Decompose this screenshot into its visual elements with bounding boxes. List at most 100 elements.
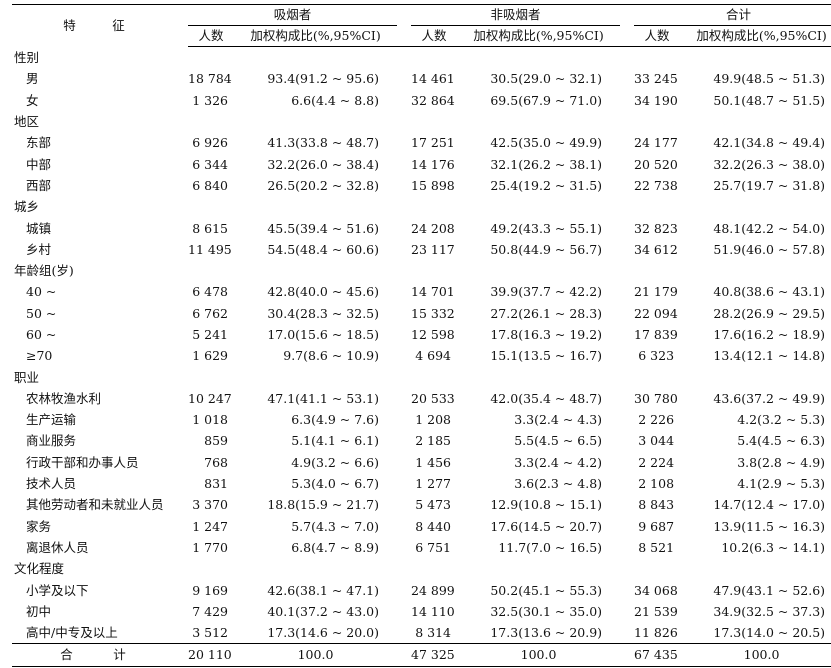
cell-nonsmokers-pct: 100.0 [457, 643, 621, 667]
cell-nonsmokers-count: 4 694 [415, 348, 452, 364]
table-row: 初中 7 429 40.1(37.2 ~ 43.0) 14 110 32.5(30.1 … [12, 601, 831, 622]
gap-cell [620, 281, 634, 302]
gap-cell [620, 601, 634, 622]
cell-smokers-count: 6 478 [192, 284, 228, 300]
cell-total-pct: 13.9(11.5 ~ 16.3) [713, 518, 826, 534]
table-row: 40 ~ 6 478 42.8(40.0 ~ 45.6) 14 701 39.9(37.… [12, 281, 831, 302]
cell-nonsmokers-count: 1 277 [415, 476, 452, 492]
cell-smokers-count: 1 326 [192, 92, 228, 108]
gap-cell [397, 430, 411, 451]
cell-nonsmokers-count: 14 176 [411, 156, 455, 172]
feature-header: 特 征 [12, 4, 188, 47]
cell-total-pct: 4.1(2.9 ~ 5.3) [737, 476, 826, 492]
cell-total-pct: 5.4(4.5 ~ 6.3) [737, 433, 826, 449]
cell-nonsmokers-pct: 17.8(16.3 ~ 19.2) [490, 327, 603, 342]
table-row: 女 1 326 6.6(4.4 ~ 8.8) 32 864 69.5(67.9 ~ 71… [12, 90, 831, 111]
table-row: 中部 6 344 32.2(26.0 ~ 38.4) 14 176 32.1(26.2 … [12, 153, 831, 174]
cell-smokers-pct: 5.3(4.0 ~ 6.7) [291, 476, 380, 492]
row-label: 行政干部和办事人员 [26, 454, 139, 470]
gap-cell [397, 345, 411, 366]
cell-total-count: 33 245 [634, 71, 678, 87]
cell-nonsmokers-pct: 15.1(13.5 ~ 16.7) [490, 348, 603, 364]
cell-nonsmokers-pct: 5.5(4.5 ~ 6.5) [514, 433, 603, 449]
cell-smokers-count: 5 241 [192, 327, 228, 342]
row-label: 初中 [26, 603, 52, 619]
cell-smokers-count: 859 [204, 433, 228, 449]
gap-cell [397, 153, 411, 174]
cell-nonsmokers-pct: 50.2(45.1 ~ 55.3) [490, 582, 603, 598]
header-gap [620, 4, 635, 26]
cell-total-pct: 49.9(48.5 ~ 51.3) [713, 71, 826, 87]
row-label: 40 ~ [26, 284, 57, 300]
gap-cell [397, 217, 411, 238]
cell-total-pct: 50.1(48.7 ~ 51.5) [713, 92, 826, 108]
cell-total-pct: 47.9(43.1 ~ 52.6) [713, 582, 826, 598]
group-header-smokers: 吸烟者 [188, 4, 398, 26]
row-label: 中部 [26, 156, 52, 172]
cell-smokers-pct: 45.5(39.4 ~ 51.6) [267, 220, 380, 236]
cell-smokers-pct: 42.8(40.0 ~ 45.6) [267, 284, 380, 300]
gap-cell [620, 90, 634, 111]
row-label: 乡村 [26, 241, 52, 257]
table-row: 西部 6 840 26.5(20.2 ~ 32.8) 15 898 25.4(19.2 … [12, 175, 831, 196]
cell-smokers-count: 11 495 [188, 241, 232, 257]
row-label: 男 [26, 71, 39, 87]
table-row: 城镇 8 615 45.5(39.4 ~ 51.6) 24 208 49.2(43.3 … [12, 217, 831, 238]
cell-smokers-count: 6 344 [192, 156, 228, 172]
cell-smokers-count: 3 370 [192, 497, 228, 513]
row-label: 西部 [26, 177, 52, 193]
cell-smokers-pct: 40.1(37.2 ~ 43.0) [267, 603, 380, 619]
row-label: 生产运输 [26, 412, 77, 428]
cell-total-pct: 4.2(3.2 ~ 5.3) [737, 412, 826, 428]
cell-smokers-pct: 93.4(91.2 ~ 95.6) [267, 71, 380, 87]
cell-smokers-count: 10 247 [188, 390, 232, 406]
cell-nonsmokers-count: 14 701 [411, 284, 455, 300]
cell-smokers-count: 1 770 [192, 539, 228, 555]
table-row: 商业服务 859 5.1(4.1 ~ 6.1) 2 185 5.5(4.5 ~ 6.5)… [12, 430, 831, 451]
gap-cell [397, 388, 411, 409]
cell-nonsmokers-pct: 32.1(26.2 ~ 38.1) [490, 156, 603, 172]
cell-nonsmokers-pct: 32.5(30.1 ~ 35.0) [490, 603, 603, 619]
cell-smokers-pct: 26.5(20.2 ~ 32.8) [267, 177, 380, 193]
cell-nonsmokers-count: 2 185 [415, 433, 452, 449]
cell-nonsmokers-pct: 25.4(19.2 ~ 31.5) [490, 177, 603, 193]
row-label: 其他劳动者和未就业人员 [26, 497, 164, 513]
row-label: 农林牧渔水利 [26, 390, 102, 406]
row-label: 家务 [26, 518, 52, 534]
table-row: 家务 1 247 5.7(4.3 ~ 7.0) 8 440 17.6(14.5 ~ 20… [12, 516, 831, 537]
cell-nonsmokers-count: 8 314 [415, 625, 452, 641]
cell-nonsmokers-pct: 12.9(10.8 ~ 15.1) [490, 497, 603, 513]
gap-cell [620, 217, 634, 238]
cell-total-count: 3 044 [638, 433, 675, 449]
cell-smokers-pct: 9.7(8.6 ~ 10.9) [283, 348, 380, 364]
table-row: 技术人员 831 5.3(4.0 ~ 6.7) 1 277 3.6(2.3 ~ 4.8)… [12, 473, 831, 494]
cell-total-pct: 40.8(38.6 ~ 43.1) [713, 284, 826, 300]
section-label: 城乡 [14, 199, 40, 215]
subheader-pct: 加权构成比(%,95%CI) [457, 26, 621, 47]
cell-nonsmokers-pct: 27.2(26.1 ~ 28.3) [490, 305, 603, 321]
table-header: 特 征 吸烟者 非吸烟者 合计 人数 加权构成比(%,95%CI) 人数 加权构… [12, 4, 831, 47]
cell-nonsmokers-pct: 69.5(67.9 ~ 71.0) [490, 92, 603, 108]
row-label: 小学及以下 [26, 582, 89, 598]
row-label: 女 [26, 92, 39, 108]
gap-cell [397, 643, 412, 667]
table-footer: 合 计 20 110 100.0 47 325 100.0 67 435 100… [12, 643, 831, 667]
section-label: 地区 [14, 114, 40, 130]
gap-cell [397, 303, 411, 324]
table-row: ≥70 1 629 9.7(8.6 ~ 10.9) 4 694 15.1(13.5 ~ … [12, 345, 831, 366]
row-label: 东部 [26, 135, 52, 151]
cell-nonsmokers-pct: 11.7(7.0 ~ 16.5) [498, 539, 603, 555]
gap-cell [397, 622, 411, 644]
cell-smokers-pct: 6.8(4.7 ~ 8.9) [291, 539, 380, 555]
cell-smokers-pct: 32.2(26.0 ~ 38.4) [267, 156, 380, 172]
gap-cell [397, 409, 411, 430]
cell-nonsmokers-count: 23 117 [411, 241, 455, 257]
cell-nonsmokers-count: 1 208 [415, 412, 452, 428]
cell-total-pct: 14.7(12.4 ~ 17.0) [713, 497, 826, 513]
cell-total-count: 21 179 [634, 284, 678, 300]
table-row: 东部 6 926 41.3(33.8 ~ 48.7) 17 251 42.5(35.0 … [12, 132, 831, 153]
gap-cell [397, 239, 411, 260]
gap-cell [397, 516, 411, 537]
gap-cell [620, 579, 634, 600]
table-row: 生产运输 1 018 6.3(4.9 ~ 7.6) 1 208 3.3(2.4 ~ 4.… [12, 409, 831, 430]
